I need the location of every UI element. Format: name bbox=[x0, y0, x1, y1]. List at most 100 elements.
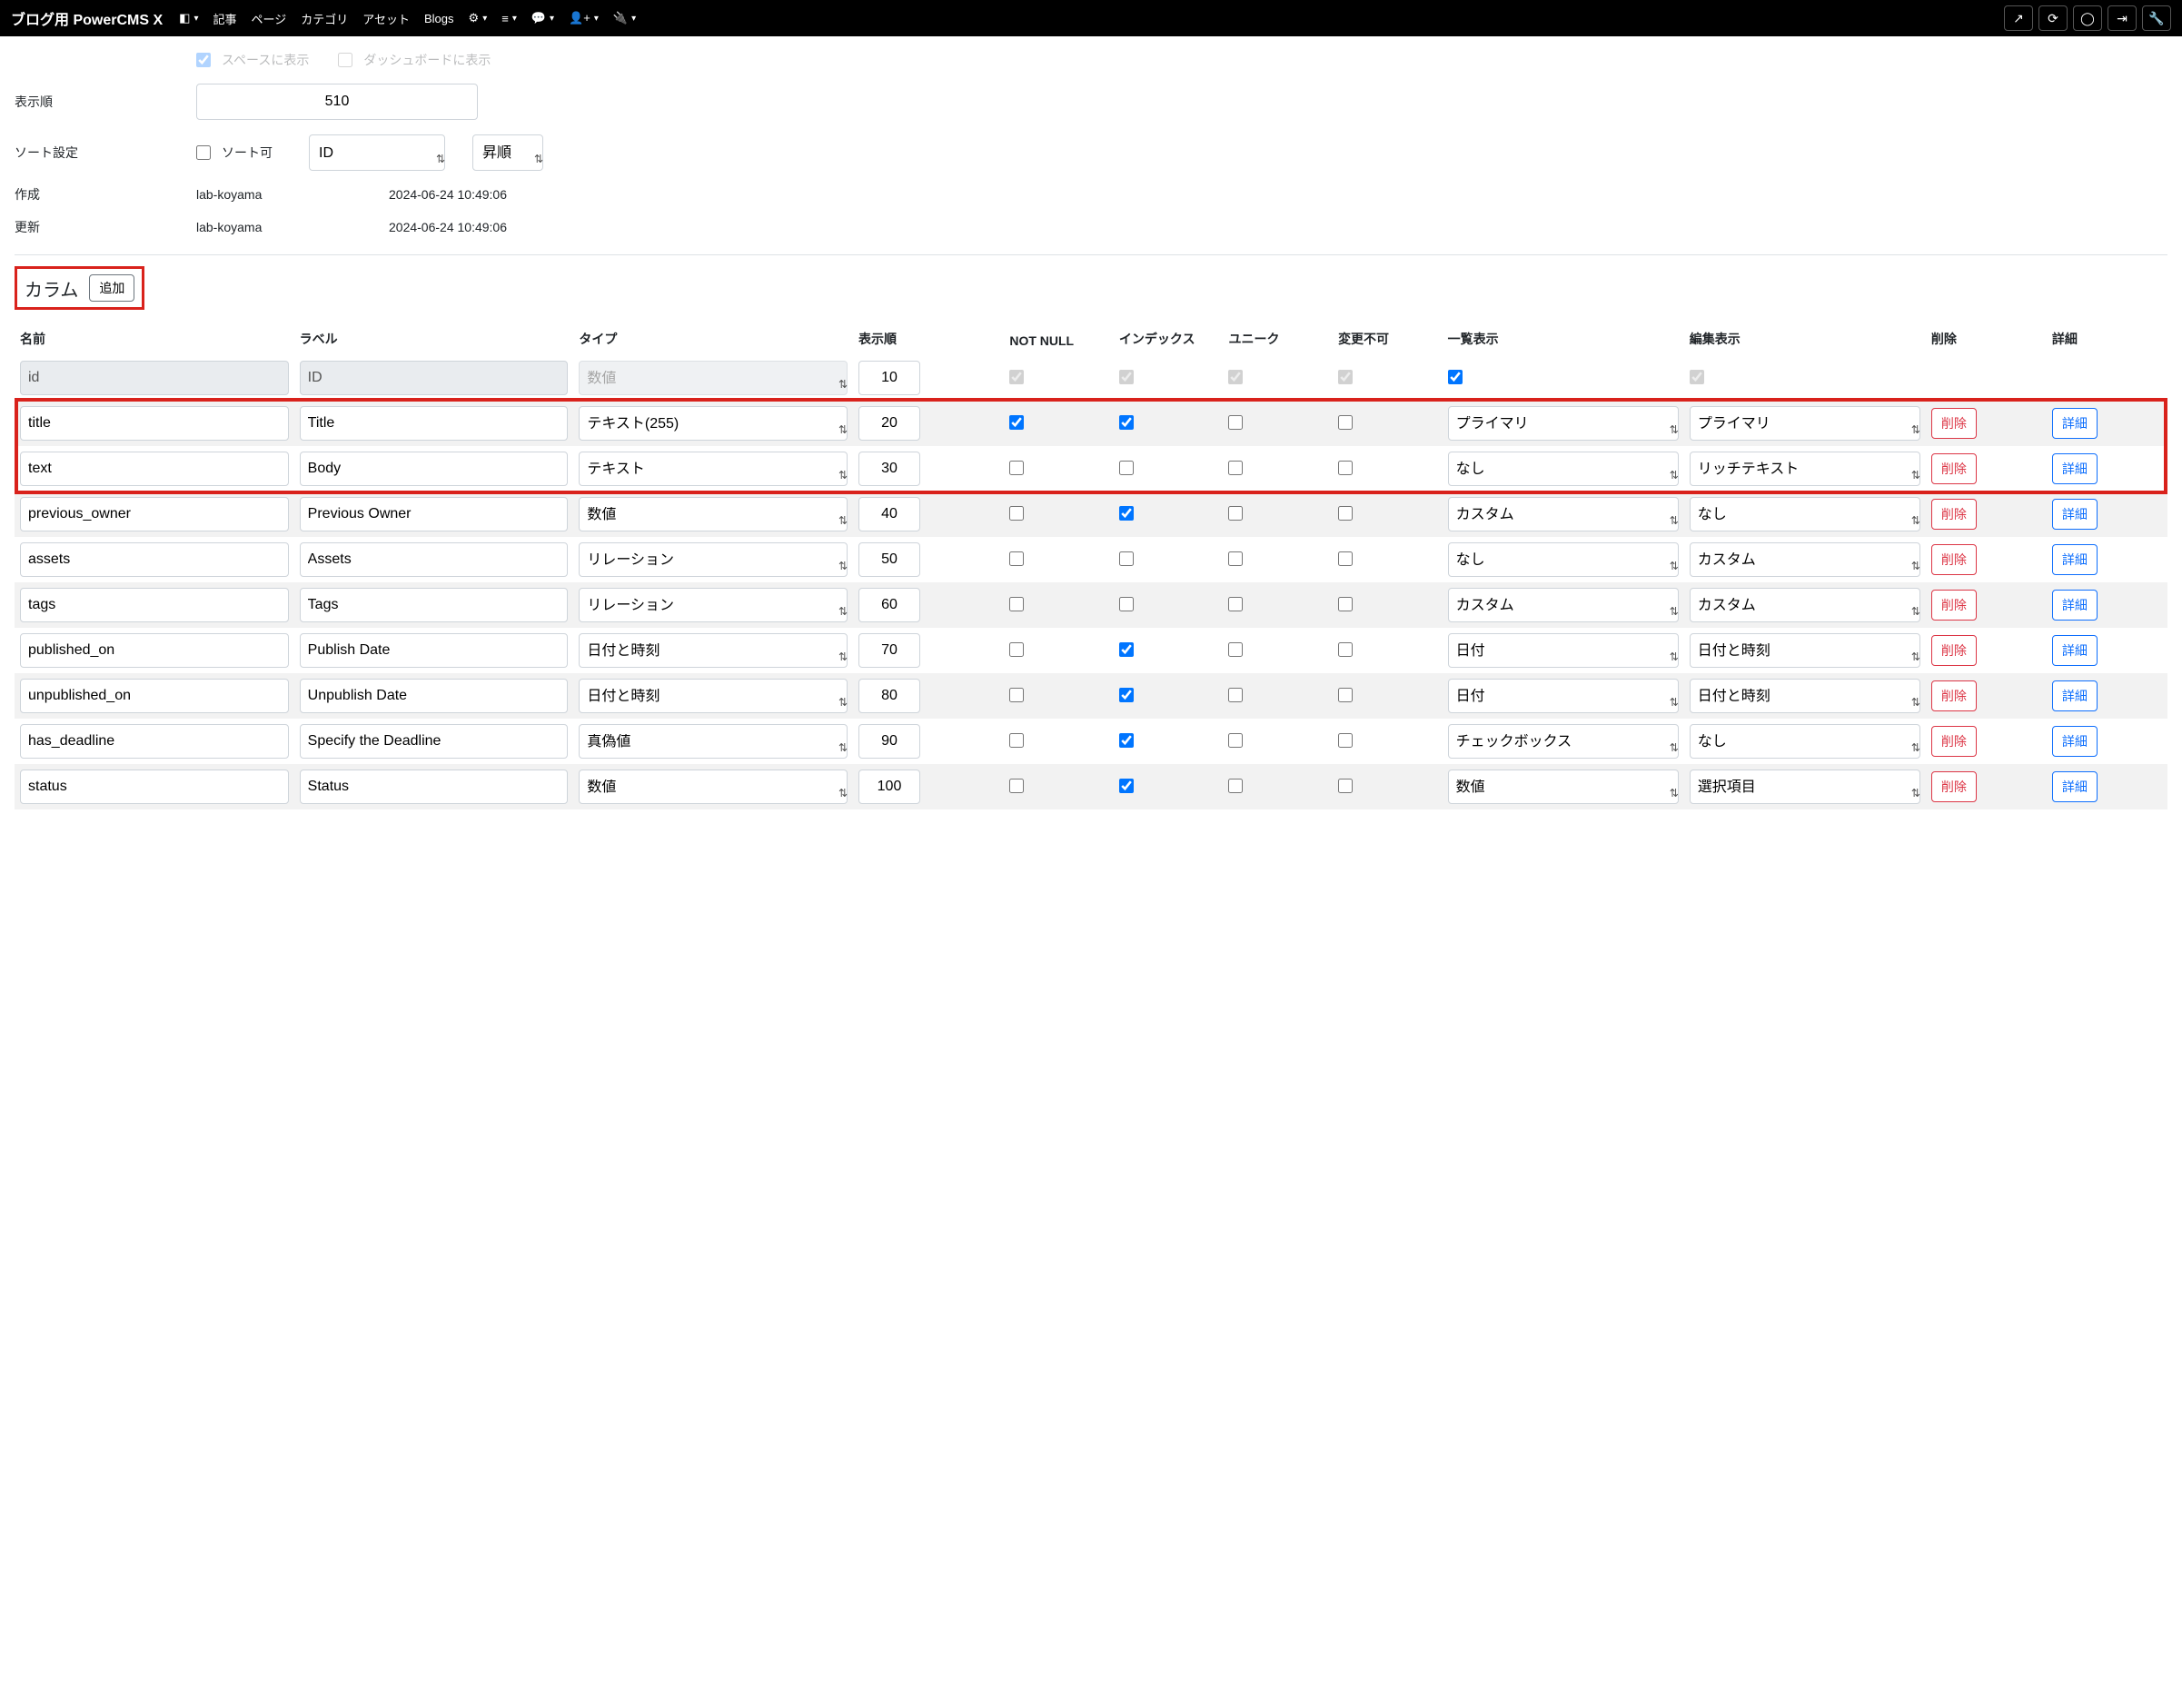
index-checkbox[interactable] bbox=[1119, 688, 1134, 702]
edit-select[interactable]: プライマリ bbox=[1690, 406, 1920, 441]
external-icon[interactable]: ↗ bbox=[2004, 5, 2033, 31]
locked-checkbox[interactable] bbox=[1338, 642, 1353, 657]
detail-button[interactable]: 詳細 bbox=[2052, 680, 2098, 711]
list-select[interactable]: チェックボックス bbox=[1448, 724, 1679, 759]
name-input[interactable] bbox=[20, 542, 289, 577]
space-display-checkbox[interactable] bbox=[196, 53, 211, 67]
name-input[interactable] bbox=[20, 497, 289, 531]
user-menu[interactable]: 👤+ bbox=[563, 7, 604, 29]
type-select[interactable]: リレーション bbox=[579, 588, 848, 622]
unique-checkbox[interactable] bbox=[1228, 551, 1243, 566]
comment-menu[interactable]: 💬 bbox=[526, 7, 560, 29]
label-input[interactable] bbox=[300, 542, 569, 577]
unique-checkbox[interactable] bbox=[1228, 461, 1243, 475]
label-input[interactable] bbox=[300, 679, 569, 713]
locked-checkbox[interactable] bbox=[1338, 688, 1353, 702]
edit-select[interactable]: 日付と時刻 bbox=[1690, 633, 1920, 668]
locked-checkbox[interactable] bbox=[1338, 733, 1353, 748]
dashboard-display-checkbox[interactable] bbox=[338, 53, 352, 67]
notnull-checkbox[interactable] bbox=[1009, 506, 1024, 521]
plug-menu[interactable]: 🔌 bbox=[608, 7, 641, 29]
locked-checkbox[interactable] bbox=[1338, 551, 1353, 566]
locked-checkbox[interactable] bbox=[1338, 461, 1353, 475]
order-input[interactable] bbox=[858, 679, 920, 713]
unique-checkbox[interactable] bbox=[1228, 779, 1243, 793]
order-input[interactable] bbox=[196, 84, 478, 120]
profile-icon[interactable]: ◯ bbox=[2073, 5, 2102, 31]
type-select[interactable]: テキスト bbox=[579, 452, 848, 486]
edit-select[interactable]: カスタム bbox=[1690, 542, 1920, 577]
order-input[interactable] bbox=[858, 724, 920, 759]
type-select[interactable]: 真偽値 bbox=[579, 724, 848, 759]
wrench-icon[interactable]: 🔧 bbox=[2142, 5, 2171, 31]
edit-select[interactable]: 日付と時刻 bbox=[1690, 679, 1920, 713]
delete-button[interactable]: 削除 bbox=[1931, 726, 1977, 757]
unique-checkbox[interactable] bbox=[1228, 733, 1243, 748]
detail-button[interactable]: 詳細 bbox=[2052, 453, 2098, 484]
order-input[interactable] bbox=[858, 542, 920, 577]
edit-select[interactable]: リッチテキスト bbox=[1690, 452, 1920, 486]
type-select[interactable]: 数値 bbox=[579, 497, 848, 531]
notnull-checkbox[interactable] bbox=[1009, 688, 1024, 702]
order-input[interactable] bbox=[858, 633, 920, 668]
label-input[interactable] bbox=[300, 406, 569, 441]
refresh-icon[interactable]: ⟳ bbox=[2038, 5, 2068, 31]
name-input[interactable] bbox=[20, 588, 289, 622]
edit-select[interactable]: なし bbox=[1690, 497, 1920, 531]
bookmark-menu[interactable]: ◧ bbox=[174, 7, 203, 29]
name-input[interactable] bbox=[20, 406, 289, 441]
name-input[interactable] bbox=[20, 679, 289, 713]
detail-button[interactable]: 詳細 bbox=[2052, 726, 2098, 757]
notnull-checkbox[interactable] bbox=[1009, 642, 1024, 657]
index-checkbox[interactable] bbox=[1119, 506, 1134, 521]
notnull-checkbox[interactable] bbox=[1009, 779, 1024, 793]
db-menu[interactable]: ≡ bbox=[496, 8, 522, 29]
locked-checkbox[interactable] bbox=[1338, 415, 1353, 430]
name-input[interactable] bbox=[20, 452, 289, 486]
list-select[interactable]: なし bbox=[1448, 542, 1679, 577]
logout-icon[interactable]: ⇥ bbox=[2108, 5, 2137, 31]
detail-button[interactable]: 詳細 bbox=[2052, 590, 2098, 621]
type-select[interactable]: 数値 bbox=[579, 770, 848, 804]
delete-button[interactable]: 削除 bbox=[1931, 453, 1977, 484]
detail-button[interactable]: 詳細 bbox=[2052, 544, 2098, 575]
type-select[interactable]: 日付と時刻 bbox=[579, 679, 848, 713]
order-input[interactable] bbox=[858, 361, 920, 395]
index-checkbox[interactable] bbox=[1119, 415, 1134, 430]
order-input[interactable] bbox=[858, 452, 920, 486]
notnull-checkbox[interactable] bbox=[1009, 733, 1024, 748]
label-input[interactable] bbox=[300, 452, 569, 486]
notnull-checkbox[interactable] bbox=[1009, 551, 1024, 566]
type-select[interactable]: 日付と時刻 bbox=[579, 633, 848, 668]
nav-assets[interactable]: アセット bbox=[357, 6, 415, 31]
list-checkbox[interactable] bbox=[1448, 370, 1463, 384]
detail-button[interactable]: 詳細 bbox=[2052, 499, 2098, 530]
delete-button[interactable]: 削除 bbox=[1931, 771, 1977, 802]
detail-button[interactable]: 詳細 bbox=[2052, 635, 2098, 666]
locked-checkbox[interactable] bbox=[1338, 597, 1353, 611]
notnull-checkbox[interactable] bbox=[1009, 415, 1024, 430]
nav-categories[interactable]: カテゴリ bbox=[295, 6, 353, 31]
list-select[interactable]: カスタム bbox=[1448, 497, 1679, 531]
list-select[interactable]: なし bbox=[1448, 452, 1679, 486]
delete-button[interactable]: 削除 bbox=[1931, 408, 1977, 439]
delete-button[interactable]: 削除 bbox=[1931, 680, 1977, 711]
sort-dir-select[interactable]: 昇順 bbox=[472, 134, 543, 171]
name-input[interactable] bbox=[20, 724, 289, 759]
locked-checkbox[interactable] bbox=[1338, 506, 1353, 521]
notnull-checkbox[interactable] bbox=[1009, 461, 1024, 475]
list-select[interactable]: カスタム bbox=[1448, 588, 1679, 622]
index-checkbox[interactable] bbox=[1119, 733, 1134, 748]
sort-field-select[interactable]: ID bbox=[309, 134, 445, 171]
label-input[interactable] bbox=[300, 588, 569, 622]
nav-blogs[interactable]: Blogs bbox=[419, 8, 460, 29]
nav-articles[interactable]: 記事 bbox=[207, 6, 242, 31]
sortable-checkbox[interactable] bbox=[196, 145, 211, 160]
index-checkbox[interactable] bbox=[1119, 642, 1134, 657]
unique-checkbox[interactable] bbox=[1228, 415, 1243, 430]
index-checkbox[interactable] bbox=[1119, 551, 1134, 566]
unique-checkbox[interactable] bbox=[1228, 506, 1243, 521]
delete-button[interactable]: 削除 bbox=[1931, 499, 1977, 530]
index-checkbox[interactable] bbox=[1119, 779, 1134, 793]
delete-button[interactable]: 削除 bbox=[1931, 635, 1977, 666]
